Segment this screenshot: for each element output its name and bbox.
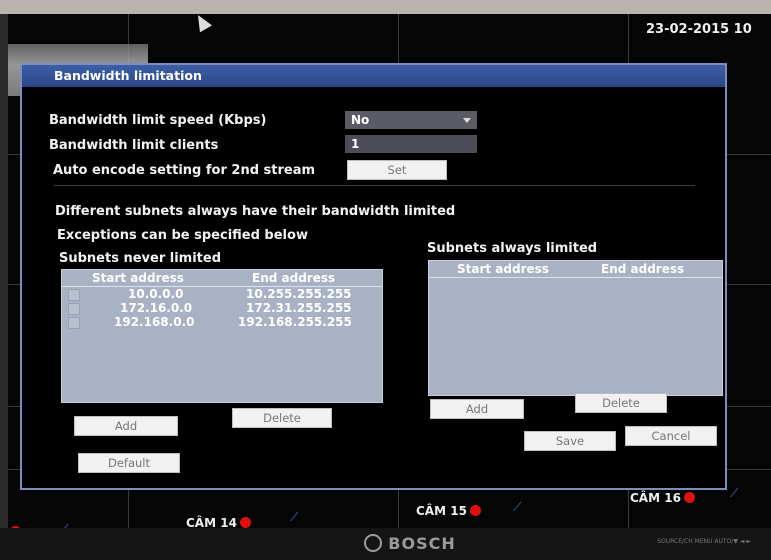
speed-value: No [351,113,370,127]
mouse-cursor-icon [191,14,213,33]
end-address: 172.31.255.255 [246,301,352,315]
clients-input[interactable]: 1 [345,135,477,153]
datetime-display: 23-02-2015 10 [646,22,752,37]
cancel-button[interactable]: Cancel [625,426,717,446]
camera-name: CÂM 16 [630,491,681,505]
row-checkbox[interactable] [68,303,80,315]
always-limited-table[interactable]: Start address End address [428,260,723,396]
table-row[interactable]: 172.16.0.0 172.31.255.255 [62,301,382,315]
camera-name: CÂM 14 [186,516,237,528]
bandwidth-limitation-dialog: Bandwidth limitation Bandwidth limit spe… [20,63,727,490]
always-limited-title: Subnets always limited [427,241,598,256]
record-dot-icon [469,505,481,516]
start-address: 172.16.0.0 [120,301,193,315]
record-dot-icon [683,492,695,503]
no-video-icon: ⟋ [730,486,739,500]
no-video-icon: ⟋ [513,500,522,514]
camera-label-16[interactable]: CÂM 16 [630,491,695,505]
never-limited-delete-button[interactable]: Delete [232,408,332,428]
speed-label: Bandwidth limit speed (Kbps) [49,113,267,128]
start-address: 10.0.0.0 [128,287,184,301]
chevron-down-icon [463,118,471,123]
info-line-1: Different subnets always have their band… [55,204,456,219]
always-limited-delete-button[interactable]: Delete [575,393,667,413]
save-button[interactable]: Save [524,431,616,451]
table-row[interactable]: 10.0.0.0 10.255.255.255 [62,287,382,301]
end-address: 10.255.255.255 [246,287,352,301]
table-row[interactable]: 192.168.0.0 192.168.255.255 [62,315,382,329]
camera-label-14[interactable]: CÂM 14 [186,516,251,528]
speed-dropdown[interactable]: No [345,111,477,129]
start-address: 192.168.0.0 [114,315,195,329]
column-header-start: Start address [92,271,184,285]
never-limited-add-button[interactable]: Add [74,416,178,436]
clients-label: Bandwidth limit clients [49,138,219,153]
default-button[interactable]: Default [78,453,180,473]
never-limited-table[interactable]: Start address End address 10.0.0.0 10.25… [61,269,383,403]
monitor-brand: BOSCH [340,534,480,553]
camera-label-15[interactable]: CÂM 15 [416,504,481,518]
always-limited-add-button[interactable]: Add [430,399,524,419]
monitor-buttons-label: SOURCE/CH MENU AUTO/▼ ◄ ► [657,538,751,545]
camera-name: CÂM 15 [416,504,467,518]
monitor-bezel-top [0,0,771,14]
column-header-start: Start address [457,262,549,276]
auto-encode-label: Auto encode setting for 2nd stream [53,163,316,178]
column-header-end: End address [601,262,685,276]
end-address: 192.168.255.255 [238,315,352,329]
no-video-icon: ⟋ [290,510,299,524]
table-header: Start address End address [62,270,382,287]
record-dot-icon [239,517,251,528]
column-header-end: End address [252,271,336,285]
row-checkbox[interactable] [68,317,80,329]
table-header: Start address End address [429,261,722,278]
brand-name: BOSCH [388,534,456,553]
bosch-logo-icon [364,534,383,552]
set-button[interactable]: Set [347,160,447,180]
dialog-title: Bandwidth limitation [22,65,725,87]
info-line-2: Exceptions can be specified below [57,228,308,243]
row-checkbox[interactable] [68,289,80,301]
never-limited-title: Subnets never limited [59,251,222,266]
divider [54,185,695,186]
